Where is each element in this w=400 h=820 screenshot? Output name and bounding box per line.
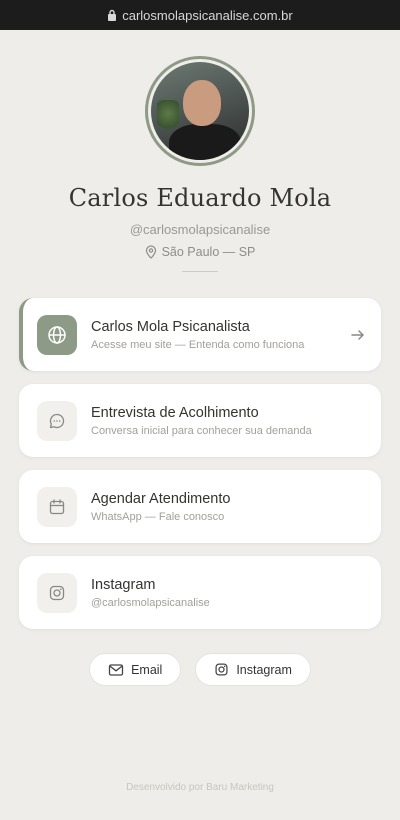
profile-header: Carlos Eduardo Mola @carlosmolapsicanali… xyxy=(0,30,400,272)
avatar xyxy=(151,62,249,160)
instagram-button[interactable]: Instagram xyxy=(195,653,311,686)
link-title: Carlos Mola Psicanalista xyxy=(91,318,250,335)
instagram-label: Instagram xyxy=(236,662,292,677)
browser-url-bar[interactable]: carlosmolapsicanalise.com.br xyxy=(0,0,400,30)
link-list: Carlos Mola Psicanalista Acesse meu site… xyxy=(0,298,400,629)
avatar-ring xyxy=(145,56,255,166)
link-title: Entrevista de Acolhimento xyxy=(91,404,259,421)
link-title: Instagram xyxy=(91,576,156,593)
location-text: São Paulo — SP xyxy=(161,245,256,259)
email-label: Email xyxy=(131,662,163,677)
globe-icon xyxy=(48,325,66,344)
instagram-icon xyxy=(215,663,228,676)
link-card-entrevista[interactable]: Entrevista de Acolhimento Conversa inici… xyxy=(19,384,381,457)
mail-icon xyxy=(108,663,124,676)
link-card-agendar[interactable]: Agendar Atendimento WhatsApp — Fale cono… xyxy=(19,470,381,543)
arrow-right-icon xyxy=(351,329,364,340)
calendar-icon xyxy=(49,498,65,514)
link-subtitle: Acesse meu site — Entenda como funciona xyxy=(91,338,305,351)
icon-box xyxy=(37,572,77,613)
profile-handle: @carlosmolapsicanalise xyxy=(129,222,271,237)
link-subtitle: Conversa inicial para conhecer sua deman… xyxy=(91,424,312,437)
lock-icon xyxy=(108,9,117,21)
instagram-icon xyxy=(49,585,65,600)
chat-icon xyxy=(49,413,65,428)
link-title: Agendar Atendimento xyxy=(91,490,231,507)
link-card-instagram[interactable]: Instagram @carlosmolapsicanalise xyxy=(19,556,381,629)
divider xyxy=(182,271,218,272)
url-text: carlosmolapsicanalise.com.br xyxy=(122,7,293,23)
icon-box xyxy=(37,400,77,441)
social-pills: Email Instagram xyxy=(0,653,400,686)
link-subtitle: WhatsApp — Fale conosco xyxy=(91,510,225,523)
email-button[interactable]: Email xyxy=(89,653,182,686)
link-subtitle: @carlosmolapsicanalise xyxy=(91,596,210,609)
map-pin-icon xyxy=(145,245,156,259)
profile-location: São Paulo — SP xyxy=(145,245,256,259)
icon-box xyxy=(37,314,77,355)
footer-credit[interactable]: Desenvolvido por Baru Marketing xyxy=(0,782,400,793)
link-card-site[interactable]: Carlos Mola Psicanalista Acesse meu site… xyxy=(19,298,381,371)
profile-name: Carlos Eduardo Mola xyxy=(68,184,332,212)
icon-box xyxy=(37,486,77,527)
